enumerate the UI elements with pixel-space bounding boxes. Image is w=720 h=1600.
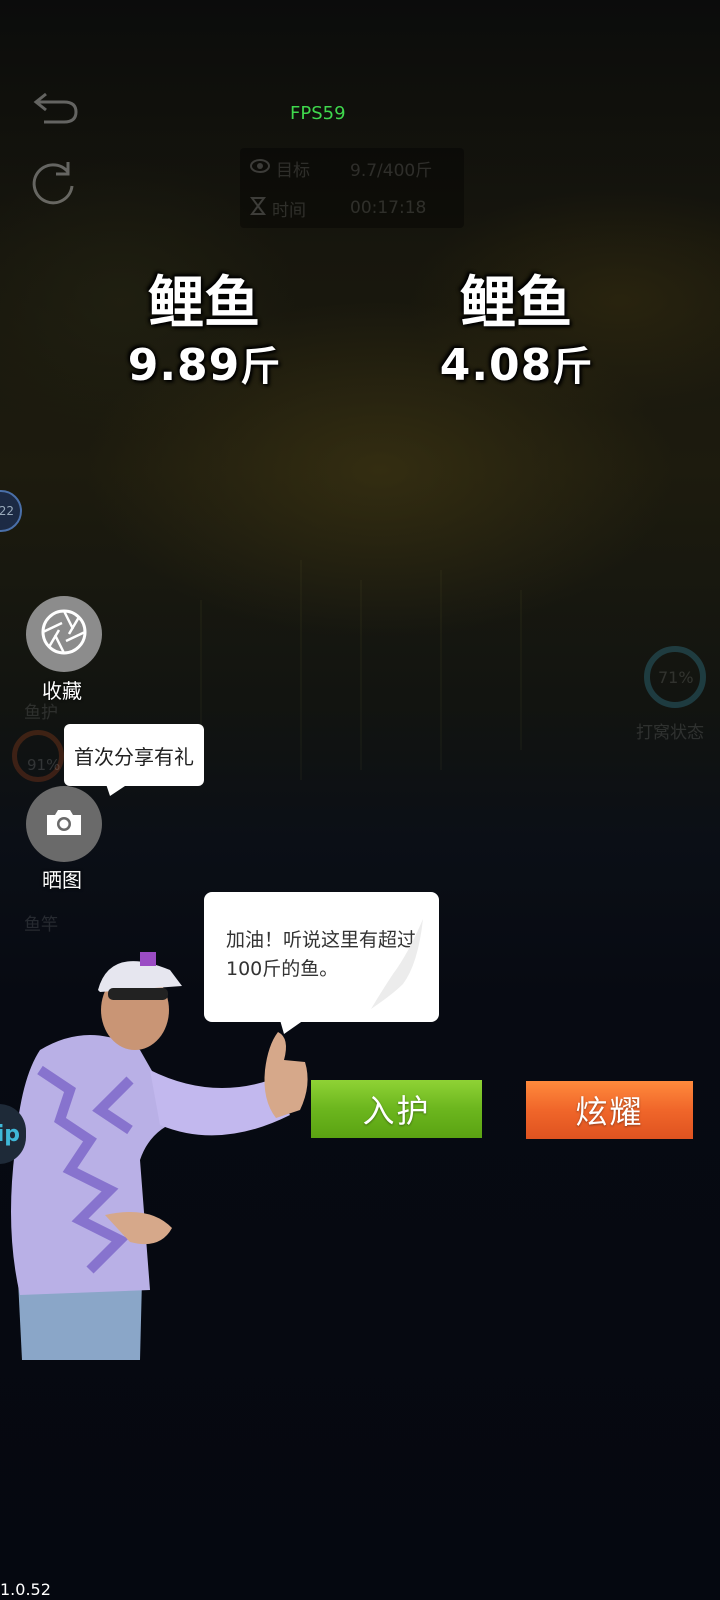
- fps-counter: FPS59: [290, 103, 346, 124]
- camera-icon: [45, 807, 83, 841]
- shutter-icon: [39, 607, 89, 661]
- angler-character-image: [11, 952, 308, 1360]
- target-label: 目标: [276, 160, 310, 181]
- show-off-button[interactable]: 炫耀: [526, 1081, 693, 1139]
- level-badge-text: 22: [0, 504, 14, 518]
- keep-in-net-label: 入护: [362, 1092, 431, 1130]
- catch-2-weight: 4.08斤: [386, 334, 646, 392]
- bait-status-percent: 71%: [658, 668, 694, 687]
- refresh-icon[interactable]: [28, 158, 78, 212]
- hourglass-icon: [250, 196, 266, 221]
- catch-2-name: 鲤鱼: [460, 271, 572, 336]
- catch-1-weight-unit: 斤: [240, 344, 281, 390]
- share-tip-text: 首次分享有礼: [74, 744, 194, 769]
- time-value: 00:17:18: [350, 198, 427, 218]
- back-arrow-icon[interactable]: [30, 88, 82, 132]
- share-tip-bubble: 首次分享有礼: [64, 724, 204, 786]
- share-button[interactable]: [26, 786, 102, 862]
- goal-hud: 目标 9.7/400斤 时间 00:17:18: [240, 148, 464, 228]
- keepnet-percent: 91%: [27, 756, 61, 774]
- favorite-label: 收藏: [42, 679, 82, 703]
- left-edge-tab-text: ip: [0, 1121, 20, 1147]
- favorite-button[interactable]: [26, 596, 102, 672]
- catch-2-weight-unit: 斤: [552, 344, 593, 390]
- catch-1-weight: 9.89斤: [74, 334, 334, 392]
- share-label: 晒图: [42, 868, 82, 892]
- catch-1-weight-value: 9.89: [127, 340, 241, 391]
- show-off-label: 炫耀: [575, 1093, 644, 1131]
- keep-in-net-button[interactable]: 入护: [311, 1080, 482, 1138]
- eye-icon: [250, 158, 270, 178]
- bait-status-label: 打窝状态: [636, 723, 704, 743]
- time-label: 时间: [272, 200, 306, 221]
- koi-watermark-icon: [371, 919, 423, 1009]
- target-value: 9.7/400斤: [350, 160, 433, 181]
- version-label: 1.0.52: [0, 1580, 51, 1599]
- catch-2-weight-value: 4.08: [439, 340, 553, 391]
- rod-dim-label: 鱼竿: [24, 915, 58, 935]
- share-tip-pointer: [106, 784, 128, 796]
- catch-1-name: 鲤鱼: [148, 271, 260, 336]
